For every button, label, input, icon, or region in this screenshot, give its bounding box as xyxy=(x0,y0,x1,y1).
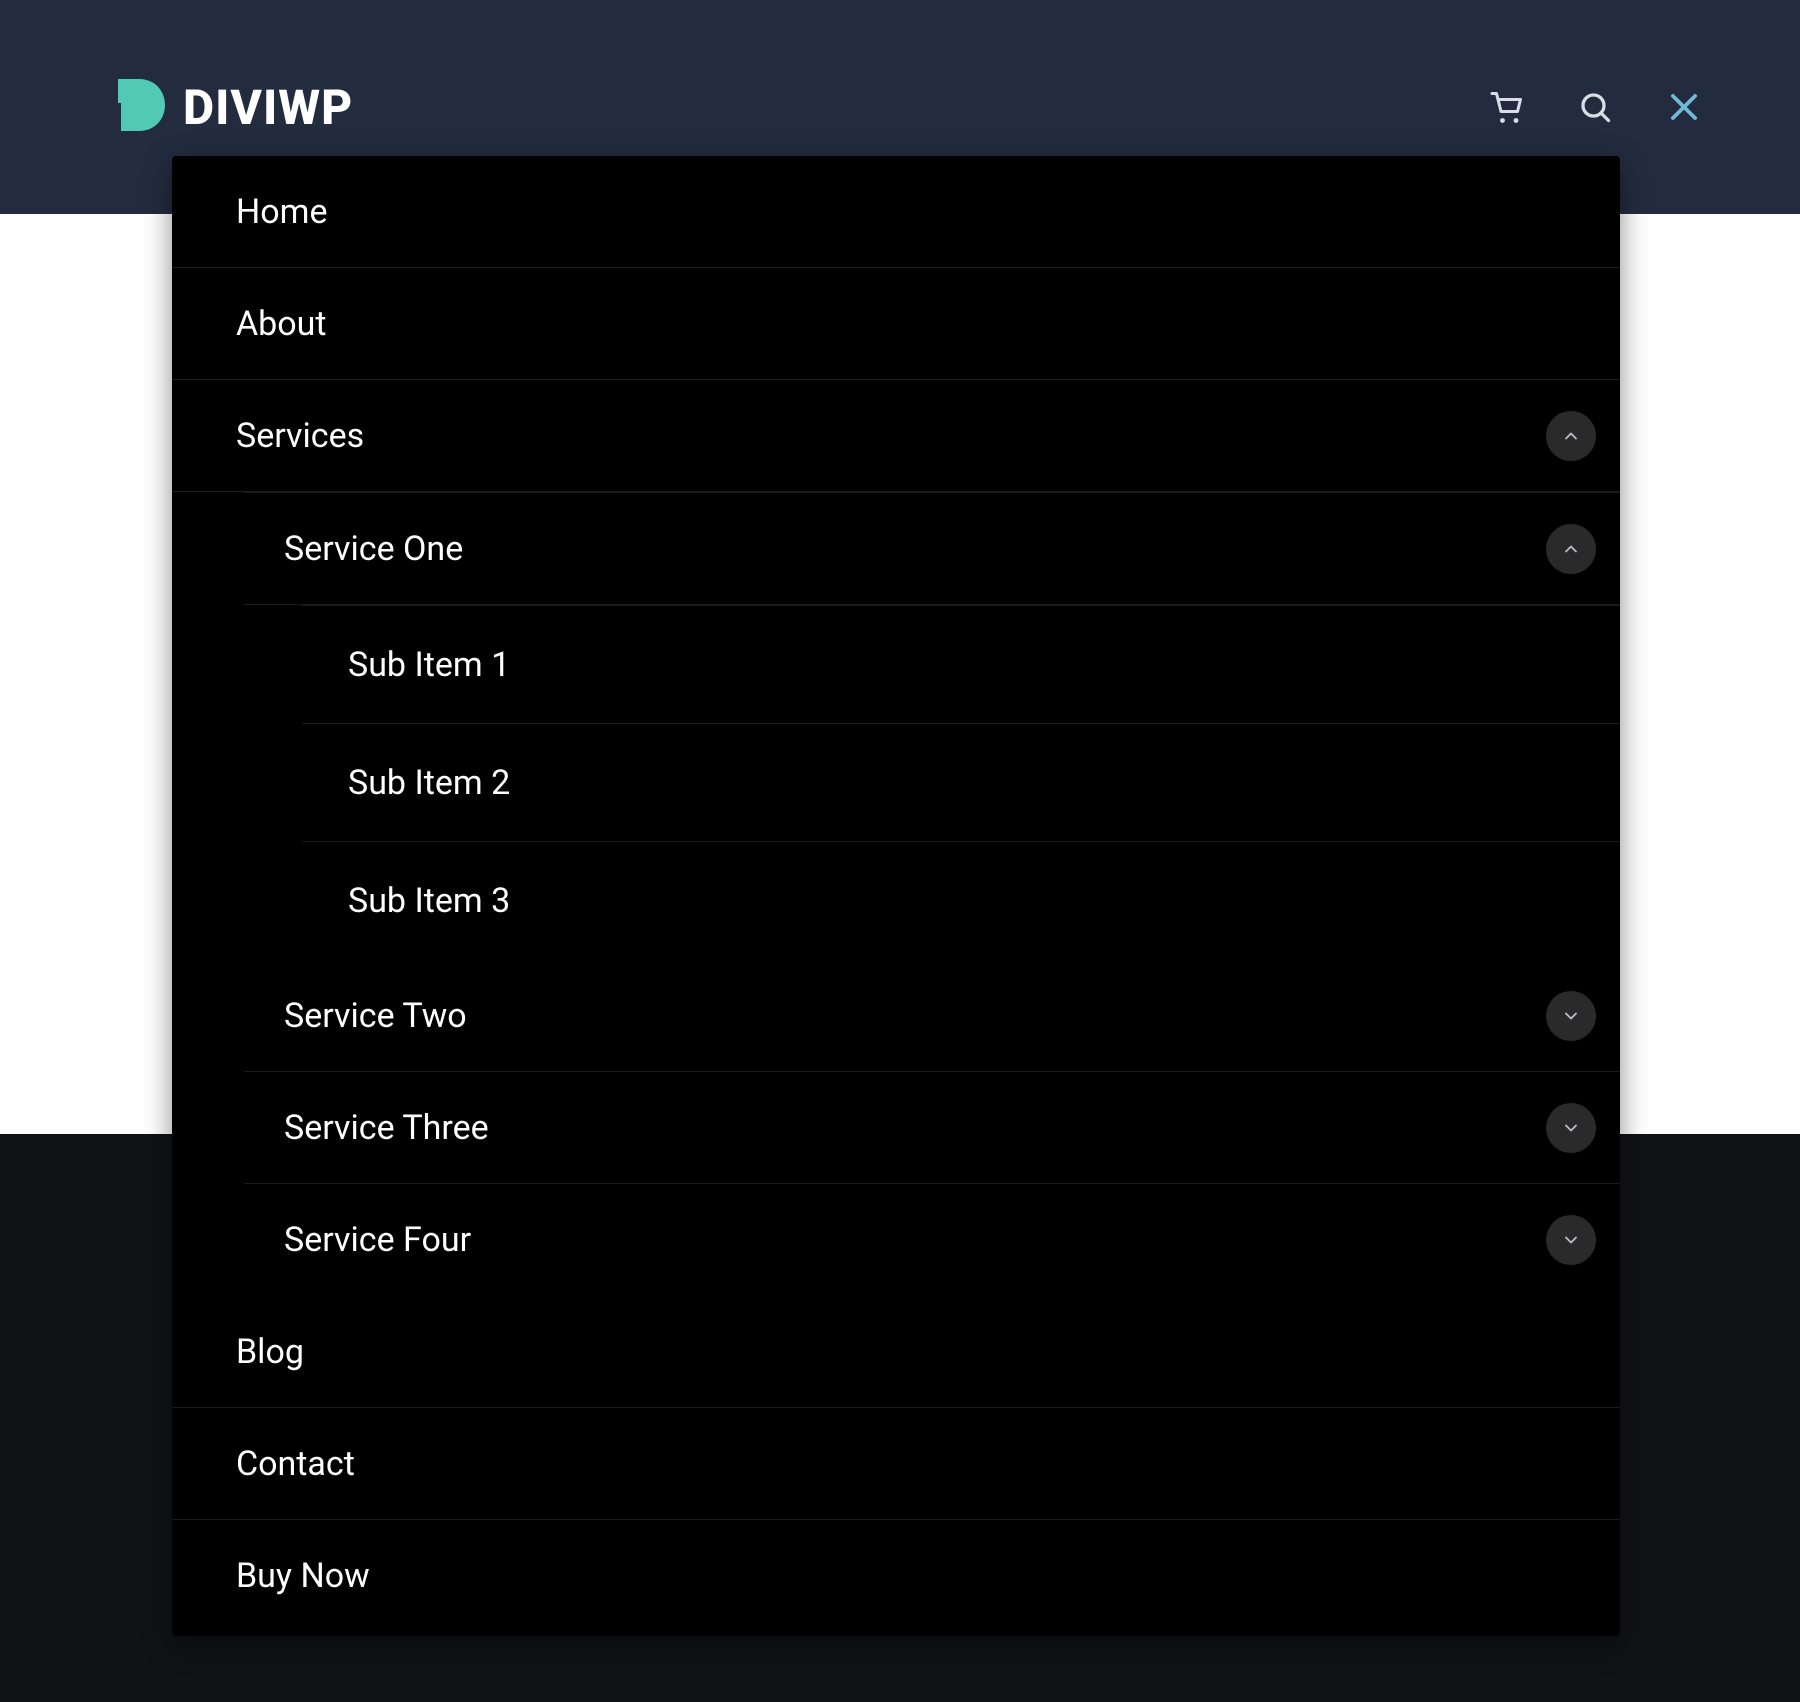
menu-item-service-three[interactable]: Service Three xyxy=(244,1072,1620,1184)
menu-item-label: Sub Item 3 xyxy=(348,881,510,921)
mobile-menu-panel: Home About Services Service One Sub Item… xyxy=(172,156,1620,1636)
menu-item-label: Service Four xyxy=(284,1220,471,1260)
menu-item-sub-3[interactable]: Sub Item 3 xyxy=(302,842,1620,960)
menu-item-services[interactable]: Services xyxy=(172,380,1620,492)
expand-toggle[interactable] xyxy=(1546,991,1596,1041)
menu-item-sub-1[interactable]: Sub Item 1 xyxy=(302,606,1620,724)
menu-item-service-four[interactable]: Service Four xyxy=(244,1184,1620,1296)
menu-item-label: Buy Now xyxy=(236,1556,370,1596)
menu-item-label: Home xyxy=(236,192,328,232)
menu-item-buy-now[interactable]: Buy Now xyxy=(172,1520,1620,1632)
menu-item-label: Services xyxy=(236,416,364,456)
menu-item-label: Service Two xyxy=(284,996,467,1036)
chevron-down-icon xyxy=(1561,1230,1581,1250)
brand-logo-icon xyxy=(105,73,169,141)
menu-item-label: Service Three xyxy=(284,1108,489,1148)
brand-text: DIVIWP xyxy=(183,79,353,136)
menu-item-about[interactable]: About xyxy=(172,268,1620,380)
chevron-up-icon xyxy=(1561,426,1581,446)
chevron-down-icon xyxy=(1561,1118,1581,1138)
menu-item-label: Sub Item 1 xyxy=(348,645,510,685)
site-brand[interactable]: DIVIWP xyxy=(105,73,353,141)
expand-toggle[interactable] xyxy=(1546,1215,1596,1265)
expand-toggle[interactable] xyxy=(1546,1103,1596,1153)
menu-item-label: Service One xyxy=(284,529,463,569)
menu-item-service-one[interactable]: Service One xyxy=(244,493,1620,605)
collapse-toggle[interactable] xyxy=(1546,524,1596,574)
menu-item-sub-2[interactable]: Sub Item 2 xyxy=(302,724,1620,842)
menu-item-label: Blog xyxy=(236,1332,304,1372)
menu-item-contact[interactable]: Contact xyxy=(172,1408,1620,1520)
menu-item-label: Contact xyxy=(236,1444,355,1484)
chevron-up-icon xyxy=(1561,539,1581,559)
search-icon[interactable] xyxy=(1577,89,1613,125)
menu-item-blog[interactable]: Blog xyxy=(172,1296,1620,1408)
menu-item-label: Sub Item 2 xyxy=(348,763,510,803)
menu-item-label: About xyxy=(236,304,327,344)
close-icon[interactable] xyxy=(1665,88,1703,126)
menu-item-home[interactable]: Home xyxy=(172,156,1620,268)
collapse-toggle[interactable] xyxy=(1546,411,1596,461)
cart-icon[interactable] xyxy=(1489,89,1525,125)
chevron-down-icon xyxy=(1561,1006,1581,1026)
menu-item-service-two[interactable]: Service Two xyxy=(244,960,1620,1072)
